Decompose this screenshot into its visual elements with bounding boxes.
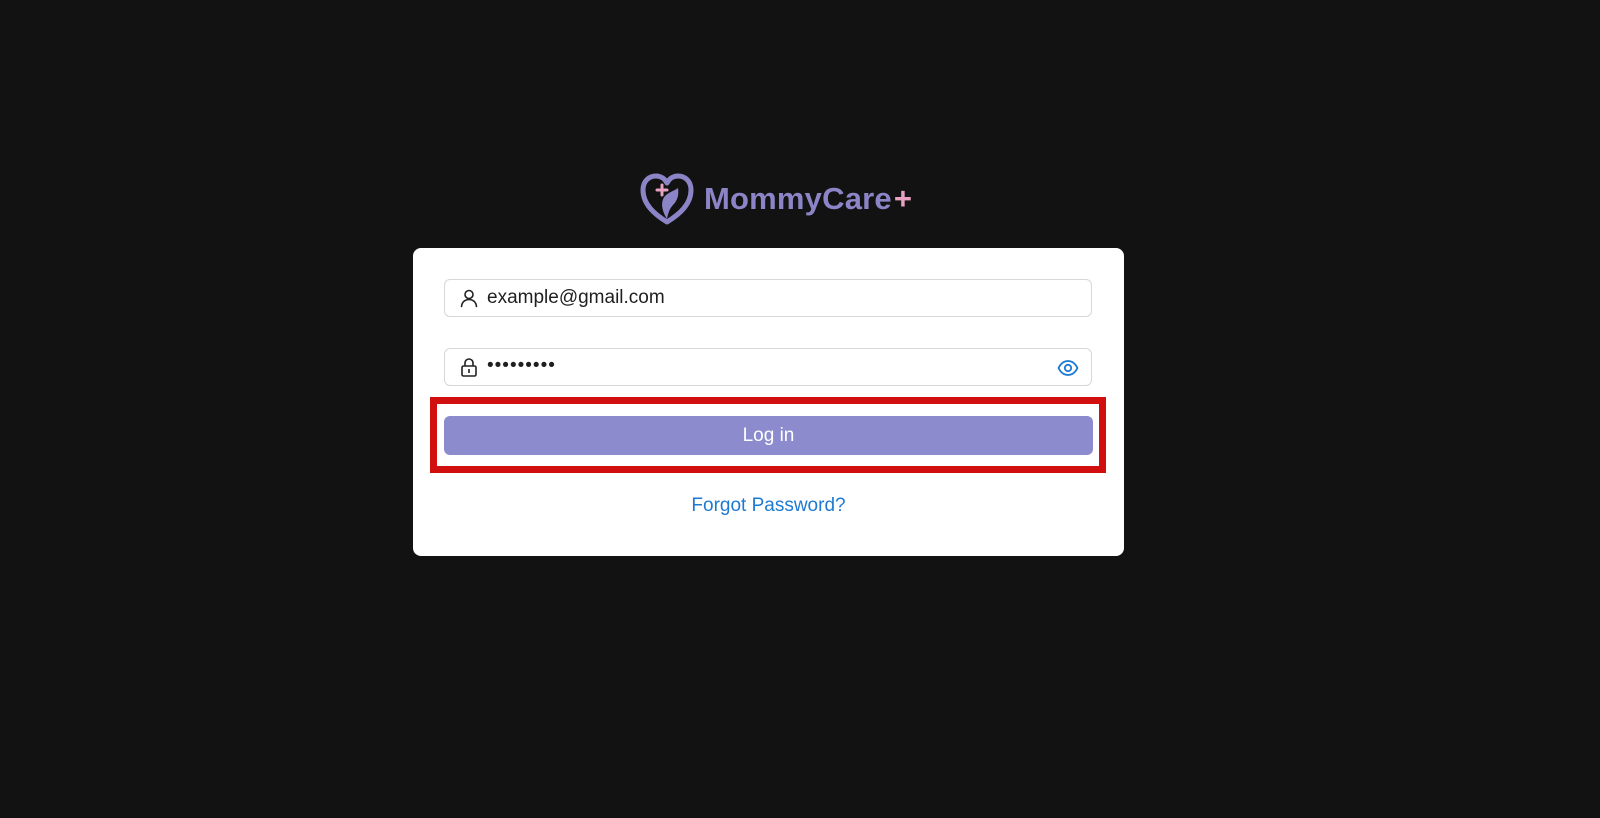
eye-icon[interactable] <box>1057 357 1079 379</box>
brand-plus: + <box>893 181 912 216</box>
email-field[interactable]: example@gmail.com <box>444 279 1092 317</box>
user-icon <box>460 289 478 308</box>
lock-icon <box>461 358 477 377</box>
login-card: example@gmail.com ••••••••• Log in Forgo… <box>413 248 1124 556</box>
forgot-password-link[interactable]: Forgot Password? <box>413 495 1124 517</box>
brand-header: MommyCare + <box>640 172 912 226</box>
password-value: ••••••••• <box>487 355 556 376</box>
heart-hand-logo-icon <box>640 173 694 225</box>
password-field[interactable]: ••••••••• <box>444 348 1092 386</box>
email-value: example@gmail.com <box>487 287 665 308</box>
brand-name: MommyCare <box>704 181 892 216</box>
login-button[interactable]: Log in <box>444 416 1093 455</box>
